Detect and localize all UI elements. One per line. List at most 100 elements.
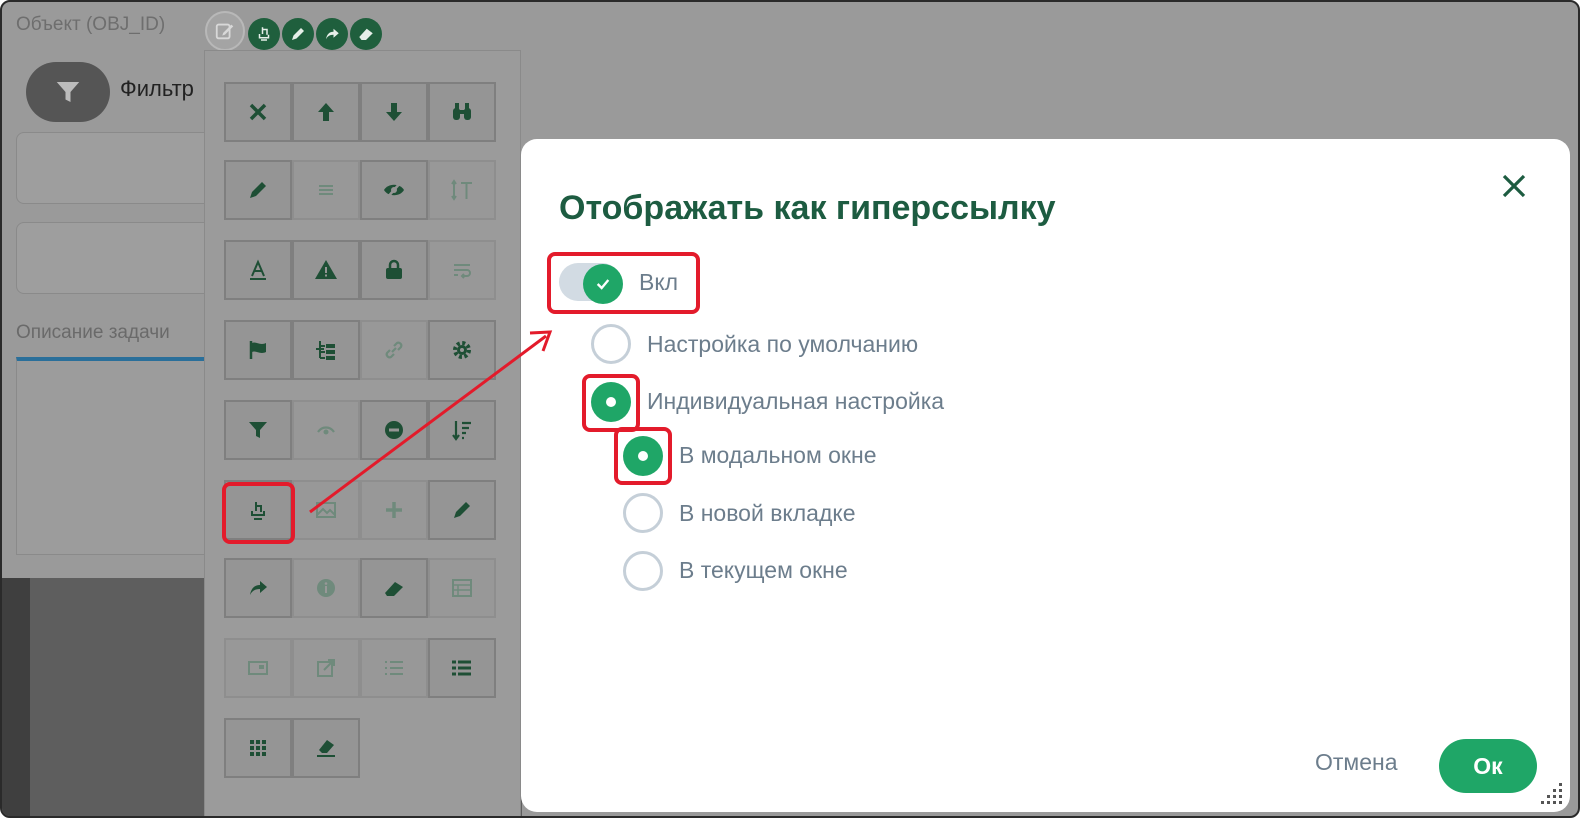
modal-close-button[interactable] (1495, 167, 1533, 205)
resize-grip-icon[interactable] (1537, 779, 1565, 807)
close-x-icon (249, 103, 267, 121)
tool-sort-button[interactable] (428, 400, 496, 460)
bullet-list-icon (385, 661, 403, 675)
tool-filter-button[interactable] (224, 400, 292, 460)
sort-icon (452, 421, 471, 441)
minus-circle-icon (385, 421, 403, 439)
annotation-modal-window-radio (614, 427, 672, 485)
tool-grid-button[interactable] (224, 718, 292, 778)
tool-text-height-button[interactable] (428, 160, 496, 220)
radio-current-window[interactable] (623, 551, 663, 591)
flag-icon (249, 341, 266, 359)
tool-font-color-button[interactable] (224, 240, 292, 300)
font-underline-icon (250, 259, 266, 280)
tool-forward-button[interactable] (224, 558, 292, 618)
link-icon (385, 341, 403, 359)
radio-new-tab[interactable] (623, 493, 663, 533)
background-field-2[interactable] (16, 222, 216, 294)
hand-pointer-icon (258, 27, 270, 41)
eraser-icon (385, 582, 403, 596)
tool-view-button[interactable] (292, 400, 360, 460)
lock-icon (386, 259, 402, 279)
tool-hierarchy-button[interactable] (292, 320, 360, 380)
arrow-up-icon (318, 103, 334, 121)
background-lower-edge (2, 578, 30, 816)
pencil-icon (250, 182, 266, 198)
tool-move-down-button[interactable] (360, 82, 428, 142)
tool-flag-button[interactable] (224, 320, 292, 380)
share-arrow-icon (326, 28, 339, 40)
object-title: Объект (OBJ_ID) (16, 14, 166, 35)
filter-button[interactable] (26, 62, 110, 122)
plus-icon (386, 502, 402, 518)
eye-slash-icon (384, 181, 404, 199)
tool-eraser-button[interactable] (360, 558, 428, 618)
edit-icon (215, 23, 234, 40)
filter-label: Фильтр (120, 76, 194, 101)
tool-warning-button[interactable] (292, 240, 360, 300)
tool-delete-button[interactable] (224, 82, 292, 142)
edit-object-button[interactable] (205, 11, 245, 51)
tool-wrap-button[interactable] (428, 240, 496, 300)
tool-list-button[interactable] (292, 160, 360, 220)
binoculars-icon (453, 103, 471, 120)
app-frame: Объект (OBJ_ID) Фильтр Описание задачи О… (0, 0, 1580, 818)
tool-list-view-button[interactable] (428, 638, 496, 698)
eye-icon (317, 426, 335, 435)
tool-find-button[interactable] (428, 82, 496, 142)
tool-minus-button[interactable] (360, 400, 428, 460)
tool-settings-button[interactable] (428, 320, 496, 380)
tool-external-button[interactable] (292, 638, 360, 698)
info-icon (317, 579, 335, 597)
filter-icon (56, 82, 80, 102)
quick-eraser-button[interactable] (350, 18, 382, 50)
text-wrap-icon (454, 264, 471, 279)
quick-pencil-button[interactable] (282, 18, 314, 50)
annotation-hyperlink-tool (222, 482, 295, 544)
modal-title: Отображать как гиперссылку (559, 189, 1056, 227)
top-quick-actions (248, 18, 382, 50)
annotation-toggle (547, 252, 700, 314)
tool-clear-format-button[interactable] (292, 718, 360, 778)
eraser-line-icon (317, 740, 335, 757)
share-arrow-icon (250, 581, 267, 595)
option-individual-label: Индивидуальная настройка (647, 388, 945, 414)
cancel-button[interactable]: Отмена (1315, 749, 1398, 776)
quick-hand-pointer-button[interactable] (248, 18, 280, 50)
eraser-icon (359, 28, 373, 40)
background-field-1[interactable] (16, 132, 216, 204)
tool-image-button[interactable] (292, 480, 360, 540)
description-editor[interactable] (16, 357, 216, 555)
option-current-window-label: В текущем окне (679, 557, 848, 583)
tool-info-button[interactable] (292, 558, 360, 618)
grid-dots-icon (250, 740, 266, 756)
tool-table-button[interactable] (428, 558, 496, 618)
image-icon (316, 502, 336, 518)
option-new-tab-label: В новой вкладке (679, 500, 856, 526)
annotation-individual-radio (582, 374, 640, 432)
tool-pencil-button[interactable] (428, 480, 496, 540)
tool-lock-button[interactable] (360, 240, 428, 300)
external-link-icon (317, 659, 335, 677)
tree-list-icon (316, 341, 335, 360)
window-icon (248, 661, 268, 675)
list-view-icon (452, 660, 471, 676)
option-modal-window-label: В модальном окне (679, 442, 877, 468)
radio-default-setting[interactable] (591, 324, 631, 364)
text-height-icon (451, 179, 472, 201)
quick-forward-button[interactable] (316, 18, 348, 50)
pencil-icon (292, 28, 304, 40)
tool-bullets-button[interactable] (360, 638, 428, 698)
tool-window-button[interactable] (224, 638, 292, 698)
tool-add-button[interactable] (360, 480, 428, 540)
gear-icon (453, 341, 471, 359)
tool-move-up-button[interactable] (292, 82, 360, 142)
ok-button[interactable]: Ок (1439, 739, 1537, 793)
tool-edit-button[interactable] (224, 160, 292, 220)
description-label: Описание задачи (16, 322, 170, 343)
tool-hide-button[interactable] (360, 160, 428, 220)
arrow-down-icon (386, 103, 402, 121)
hyperlink-modal: Отображать как гиперссылку Вкл Настройка… (521, 139, 1570, 812)
tool-link-button[interactable] (360, 320, 428, 380)
filter-icon (249, 422, 267, 438)
